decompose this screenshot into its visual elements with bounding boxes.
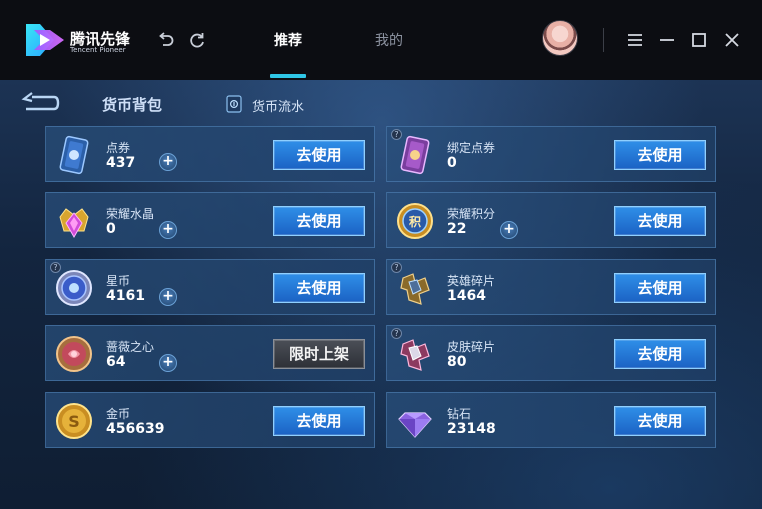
gold-coin-icon: S xyxy=(54,401,94,441)
currency-name: 荣耀积分 xyxy=(447,207,496,221)
close-icon[interactable] xyxy=(722,30,742,50)
currency-name: 英雄碎片 xyxy=(447,274,496,288)
use-diamond-button[interactable]: 去使用 xyxy=(614,406,706,436)
svg-text:S: S xyxy=(68,412,80,431)
glory-points-icon: 积 xyxy=(395,201,435,241)
back-arrow-icon xyxy=(21,92,60,111)
hero-shard-icon xyxy=(395,268,435,308)
use-glory-crystal-button[interactable]: 去使用 xyxy=(273,206,365,236)
add-star-coin-button[interactable]: + xyxy=(159,288,177,306)
app-window: 腾讯先锋 Tencent Pioneer 推荐 我的 货币背包 货币流水 点券 … xyxy=(0,0,762,509)
use-bound-voucher-button[interactable]: 去使用 xyxy=(614,140,706,170)
use-voucher-button[interactable]: 去使用 xyxy=(273,140,365,170)
rose-heart-icon xyxy=(54,334,94,374)
add-voucher-button[interactable]: + xyxy=(159,153,177,171)
currency-card-rose-heart: 蔷薇之心 64 + 限时上架 xyxy=(45,325,375,381)
currency-flow-label: 货币流水 xyxy=(252,100,305,115)
currency-amount: 0 xyxy=(106,221,116,237)
add-glory-points-button[interactable]: + xyxy=(500,221,518,239)
brand-logo: 腾讯先锋 Tencent Pioneer xyxy=(24,22,134,60)
currency-amount: 4161 xyxy=(106,288,145,304)
svg-text:积: 积 xyxy=(409,214,421,229)
currency-amount: 22 xyxy=(447,221,467,237)
bound-voucher-icon xyxy=(395,135,435,175)
use-glory-points-button[interactable]: 去使用 xyxy=(614,206,706,236)
currency-card-diamond: 钻石 23148 去使用 xyxy=(386,392,716,448)
currency-amount: 23148 xyxy=(447,421,496,437)
currency-card-bound-voucher: ? 绑定点券 0 去使用 xyxy=(386,126,716,182)
tab-mine[interactable]: 我的 xyxy=(375,30,403,50)
currency-name: 绑定点券 xyxy=(447,141,496,155)
add-rose-heart-button[interactable]: + xyxy=(159,354,177,372)
currency-card-hero-shard: ? 英雄碎片 1464 去使用 xyxy=(386,259,716,315)
undo-icon[interactable] xyxy=(156,30,176,50)
maximize-icon[interactable] xyxy=(689,30,709,50)
currency-amount: 80 xyxy=(447,354,467,370)
currency-amount: 0 xyxy=(447,155,457,171)
title-bar: 腾讯先锋 Tencent Pioneer 推荐 我的 xyxy=(0,0,762,80)
currency-name: 星币 xyxy=(106,274,131,288)
currency-name: 金币 xyxy=(106,407,131,421)
page-title: 货币背包 xyxy=(102,96,163,114)
limited-time-button: 限时上架 xyxy=(273,339,365,369)
currency-card-skin-shard: ? 皮肤碎片 80 去使用 xyxy=(386,325,716,381)
currency-card-voucher: 点券 437 + 去使用 xyxy=(45,126,375,182)
tab-recommend[interactable]: 推荐 xyxy=(274,30,302,50)
glory-crystal-icon xyxy=(54,201,94,241)
currency-amount: 1464 xyxy=(447,288,486,304)
currency-card-star-coin: ? 星币 4161 + 去使用 xyxy=(45,259,375,315)
currency-card-gold-coin: S 金币 456639 去使用 xyxy=(45,392,375,448)
menu-icon[interactable] xyxy=(625,30,645,50)
title-divider xyxy=(603,28,604,52)
currency-card-glory-points: 积 荣耀积分 22 + 去使用 xyxy=(386,192,716,248)
use-skin-shard-button[interactable]: 去使用 xyxy=(614,339,706,369)
use-gold-coin-button[interactable]: 去使用 xyxy=(273,406,365,436)
ledger-icon xyxy=(226,95,242,113)
minimize-icon[interactable] xyxy=(657,30,677,50)
currency-name: 皮肤碎片 xyxy=(447,340,496,354)
star-coin-icon xyxy=(54,268,94,308)
use-star-coin-button[interactable]: 去使用 xyxy=(273,273,365,303)
brand-name-en: Tencent Pioneer xyxy=(70,46,126,54)
currency-name: 蔷薇之心 xyxy=(106,340,155,354)
currency-name: 点券 xyxy=(106,141,131,155)
diamond-icon xyxy=(395,401,435,441)
voucher-card-icon xyxy=(54,135,94,175)
skin-shard-icon xyxy=(395,334,435,374)
currency-amount: 64 xyxy=(106,354,126,370)
refresh-icon[interactable] xyxy=(187,30,207,50)
currency-name: 钻石 xyxy=(447,407,472,421)
currency-amount: 437 xyxy=(106,155,136,171)
currency-amount: 456639 xyxy=(106,421,165,437)
brand-logo-icon xyxy=(26,24,64,56)
avatar[interactable] xyxy=(542,20,578,56)
add-glory-crystal-button[interactable]: + xyxy=(159,221,177,239)
use-hero-shard-button[interactable]: 去使用 xyxy=(614,273,706,303)
currency-name: 荣耀水晶 xyxy=(106,207,155,221)
active-tab-indicator xyxy=(270,74,306,78)
back-button[interactable] xyxy=(20,92,60,114)
currency-card-glory-crystal: 荣耀水晶 0 + 去使用 xyxy=(45,192,375,248)
